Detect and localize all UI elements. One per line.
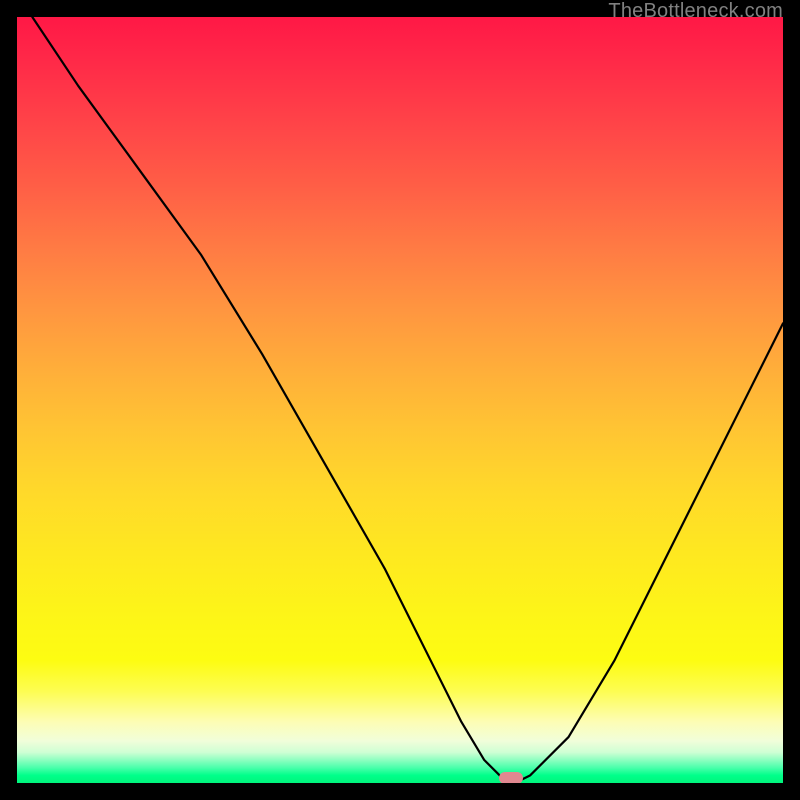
watermark-text: TheBottleneck.com bbox=[608, 0, 783, 23]
bottleneck-curve bbox=[17, 17, 783, 783]
chart-container: TheBottleneck.com bbox=[0, 0, 800, 800]
optimal-point-marker bbox=[499, 772, 523, 783]
plot-area bbox=[17, 17, 783, 783]
